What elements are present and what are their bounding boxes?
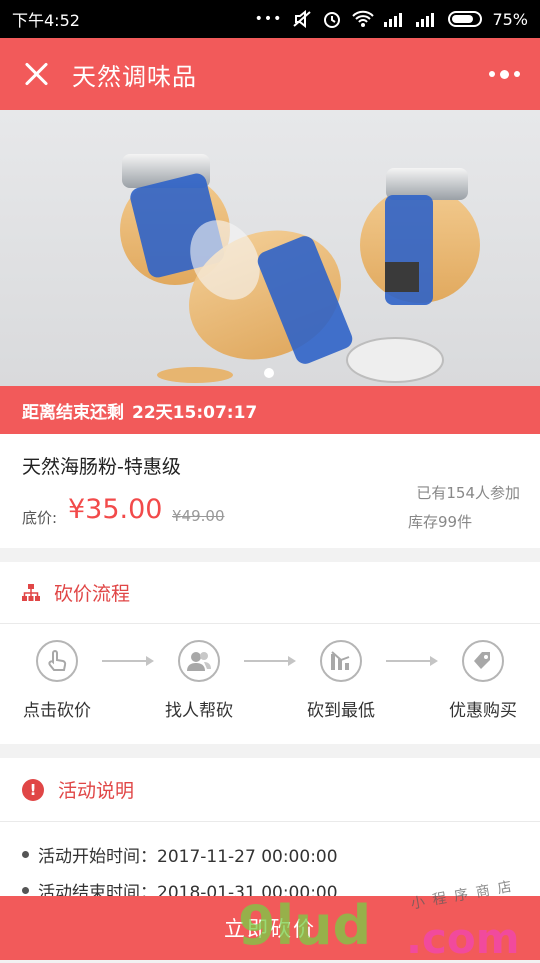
page-title: 天然调味品: [72, 62, 197, 91]
status-bar: 下午4:52 ••• 75%: [0, 0, 540, 38]
chart-down-icon: [320, 640, 362, 682]
product-name: 天然海肠粉-特惠级: [22, 456, 181, 478]
step-tap: 点击砍价: [2, 640, 112, 721]
bargain-now-button[interactable]: 立即砍价: [0, 896, 540, 960]
product-photo: [120, 154, 480, 383]
people-icon: [178, 640, 220, 682]
mute-icon: [293, 10, 312, 28]
process-header: 砍价流程: [0, 562, 540, 624]
list-item: 活动开始时间：2017-11-27 00:00:00: [22, 842, 338, 867]
activity-title: 活动说明: [58, 780, 135, 802]
carousel-indicator-dot[interactable]: [264, 368, 274, 378]
original-price: ¥49.00: [172, 507, 225, 525]
activity-info-section: ! 活动说明 活动开始时间：2017-11-27 00:00:00 活动结束时间…: [0, 758, 540, 903]
bullet-icon: [22, 887, 29, 894]
product-image-carousel[interactable]: [0, 110, 540, 386]
countdown-banner: 距离结束还剩 22天15:07:17: [0, 386, 540, 434]
status-time: 下午4:52: [12, 11, 80, 30]
participants-count: 已有154人参加: [416, 484, 520, 502]
step-label: 砍到最低: [307, 701, 375, 721]
status-icons: ••• 75%: [255, 9, 528, 29]
more-options-icon[interactable]: [489, 69, 520, 79]
info-icon: !: [22, 778, 44, 801]
current-price: ¥35.00: [68, 494, 163, 525]
bargain-process-section: 砍价流程 点击砍价 找人帮砍 砍到最低 优惠购买: [0, 562, 540, 744]
step-label: 优惠购买: [449, 701, 517, 721]
stock-count: 库存99件: [408, 513, 473, 531]
battery-icon: [448, 11, 483, 27]
more-dots-icon: •••: [254, 11, 283, 27]
alarm-icon: [324, 12, 341, 28]
step-invite: 找人帮砍: [144, 640, 254, 721]
countdown-value: 22天15:07:17: [132, 402, 258, 423]
step-lowest: 砍到最低: [286, 640, 396, 721]
title-bar: 天然调味品: [0, 38, 540, 110]
tap-hand-icon: [36, 640, 78, 682]
signal-icon: [384, 13, 403, 27]
wifi-icon: [352, 10, 375, 27]
process-steps: 点击砍价 找人帮砍 砍到最低 优惠购买: [0, 624, 540, 744]
signal-icon: [416, 13, 435, 27]
tag-icon: [462, 640, 504, 682]
product-info-card: 天然海肠粉-特惠级 底价: ¥35.00 ¥49.00 已有154人参加 库存9…: [0, 434, 540, 548]
price-label: 底价:: [22, 509, 58, 527]
step-label: 点击砍价: [23, 701, 91, 721]
battery-percent: 75%: [492, 9, 528, 29]
close-icon[interactable]: [20, 57, 54, 91]
bullet-icon: [22, 851, 29, 858]
step-label: 找人帮砍: [165, 701, 233, 721]
countdown-label: 距离结束还剩: [22, 402, 124, 423]
sitemap-icon: [22, 583, 40, 601]
activity-start-time: 活动开始时间：2017-11-27 00:00:00: [38, 847, 338, 867]
step-buy: 优惠购买: [428, 640, 538, 721]
activity-header: ! 活动说明: [0, 758, 540, 822]
process-title: 砍价流程: [54, 583, 131, 605]
